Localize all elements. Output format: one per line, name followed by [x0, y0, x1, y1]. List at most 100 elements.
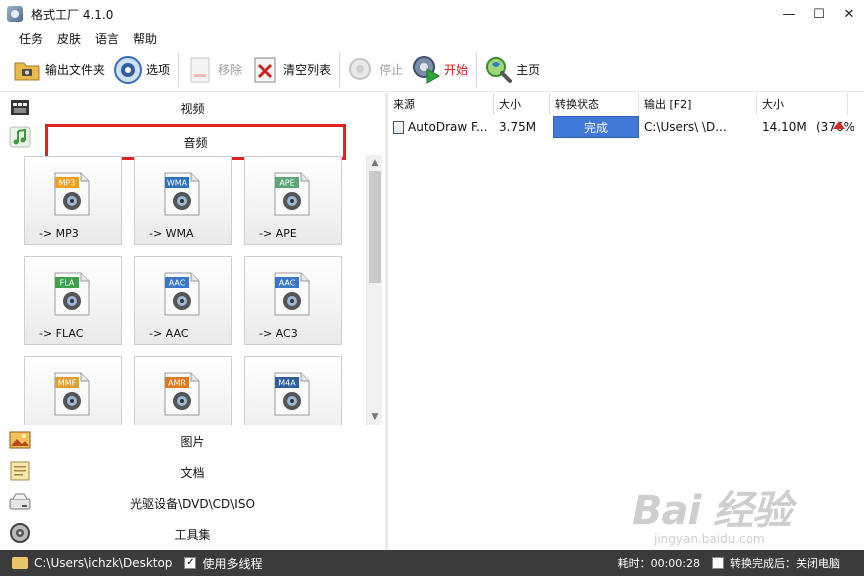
category-tools[interactable]: 工具集	[0, 519, 385, 549]
menu-help[interactable]: 帮助	[126, 30, 164, 47]
column-header[interactable]: 大小	[757, 93, 848, 115]
format-card[interactable]: FLA -> FLAC	[24, 256, 122, 345]
film-icon	[9, 96, 31, 118]
audio-file-icon: WMA	[164, 172, 200, 216]
format-scrollbar[interactable]: ▲ ▼	[366, 155, 382, 425]
category-disc-label: 光驱设备\DVD\CD\ISO	[130, 496, 255, 511]
format-card[interactable]: MP3 -> MP3	[24, 156, 122, 245]
toolbar-separator	[339, 52, 341, 87]
folder-icon	[12, 55, 42, 85]
audio-file-icon: MMF	[54, 372, 90, 416]
folder-icon[interactable]	[12, 557, 28, 569]
remove-button[interactable]: 移除	[185, 51, 242, 89]
column-header[interactable]: 大小	[494, 93, 550, 115]
format-label: -> APE	[259, 227, 297, 240]
music-note-icon	[9, 126, 31, 148]
format-tag: WMA	[167, 179, 188, 188]
menu-task[interactable]: 任务	[12, 30, 50, 47]
home-button[interactable]: 主页	[483, 51, 540, 89]
pointer-arrow-icon	[833, 121, 845, 129]
task-list: 来源 大小 转换状态 输出 [F2] 大小 AutoDraw F... 3.75…	[388, 93, 864, 550]
options-label: 选项	[146, 63, 171, 77]
audio-file-icon: AAC	[164, 272, 200, 316]
output-path[interactable]: C:\Users\ichzk\Desktop	[34, 556, 172, 570]
picture-icon	[9, 429, 31, 451]
stop-label: 停止	[379, 63, 404, 77]
output-folder-button[interactable]: 输出文件夹	[12, 51, 105, 89]
output-cell: C:\Users\ \D...	[644, 120, 727, 134]
category-video[interactable]: 视频	[0, 93, 385, 123]
document-icon	[9, 460, 31, 482]
menu-bar: 任务 皮肤 语言 帮助	[0, 28, 864, 48]
format-label: -> AAC	[149, 327, 189, 340]
scroll-down-icon[interactable]: ▼	[367, 409, 383, 425]
remove-doc-icon	[185, 55, 215, 85]
home-magnifier-icon	[483, 55, 513, 85]
format-tag: AAC	[279, 279, 296, 288]
scroll-up-icon[interactable]: ▲	[367, 155, 383, 171]
format-tag: M4A	[278, 379, 296, 388]
source-name: AutoDraw F...	[408, 120, 488, 134]
format-tag: APE	[279, 179, 294, 188]
format-card[interactable]: WMA -> WMA	[134, 156, 232, 245]
clear-list-icon	[250, 55, 280, 85]
clear-list-label: 清空列表	[283, 63, 332, 77]
format-card[interactable]: AMR	[134, 356, 232, 425]
menu-language[interactable]: 语言	[88, 30, 126, 47]
table-row[interactable]: AutoDraw F... 3.75M 完成 C:\Users\ \D... 1…	[388, 116, 854, 138]
clear-list-button[interactable]: 清空列表	[250, 51, 331, 89]
file-icon	[393, 120, 404, 134]
status-badge: 完成	[553, 116, 639, 138]
audio-file-icon: M4A	[274, 372, 310, 416]
column-header[interactable]: 来源	[388, 93, 494, 115]
column-header[interactable]: 输出 [F2]	[639, 93, 757, 115]
multithread-label: 使用多线程	[202, 556, 263, 571]
options-button[interactable]: 选项	[113, 51, 170, 89]
source-cell: AutoDraw F...	[388, 116, 494, 138]
audio-format-grid: MP3 -> MP3 WMA -> WMA APE -> APE FLA -> FLAC AAC…	[20, 155, 366, 425]
stop-button[interactable]: 停止	[346, 51, 403, 89]
maximize-button[interactable]: ☐	[804, 0, 834, 28]
scroll-thumb[interactable]	[369, 171, 381, 283]
column-header[interactable]: 转换状态	[550, 93, 639, 115]
category-document[interactable]: 文档	[0, 457, 385, 487]
minimize-button[interactable]: —	[774, 0, 804, 28]
home-label: 主页	[516, 63, 541, 77]
start-button[interactable]: 开始	[411, 51, 468, 89]
start-play-icon	[411, 55, 441, 85]
tools-gear-icon	[9, 522, 31, 544]
format-tag: FLA	[60, 279, 75, 288]
audio-file-icon: APE	[274, 172, 310, 216]
format-label: -> WMA	[149, 227, 194, 240]
format-tag: AAC	[169, 279, 186, 288]
audio-file-icon: AMR	[164, 372, 200, 416]
after-done-label: 转换完成后：关闭电脑	[730, 557, 840, 570]
category-document-label: 文档	[180, 465, 205, 480]
multithread-checkbox[interactable]: ✓	[184, 557, 197, 569]
close-button[interactable]: ✕	[834, 0, 864, 28]
format-card[interactable]: APE -> APE	[244, 156, 342, 245]
disc-drive-icon	[9, 491, 31, 513]
format-card[interactable]: MMF	[24, 356, 122, 425]
toolbar: 输出文件夹 选项 移除 清空列表 停止 开始 主页	[0, 48, 864, 92]
format-card[interactable]: AAC -> AAC	[134, 256, 232, 345]
category-video-label: 视频	[180, 101, 205, 116]
remove-label: 移除	[218, 63, 243, 77]
format-card[interactable]: M4A	[244, 356, 342, 425]
category-image[interactable]: 图片	[0, 426, 385, 456]
category-image-label: 图片	[180, 434, 205, 449]
menu-skin[interactable]: 皮肤	[50, 30, 88, 47]
category-disc[interactable]: 光驱设备\DVD\CD\ISO	[0, 488, 385, 518]
audio-file-icon: MP3	[54, 172, 90, 216]
format-card[interactable]: AAC -> AC3	[244, 256, 342, 345]
status-bar: C:\Users\ichzk\Desktop ✓ 使用多线程 耗时：00:00:…	[0, 550, 864, 576]
elapsed-time: 耗时：00:00:28	[617, 557, 700, 570]
audio-file-icon: FLA	[54, 272, 90, 316]
toolbar-separator	[476, 52, 478, 87]
table-header: 来源 大小 转换状态 输出 [F2] 大小	[388, 93, 848, 115]
format-label: -> MP3	[39, 227, 79, 240]
title-bar: 格式工厂 4.1.0 — ☐ ✕	[0, 0, 864, 28]
format-tag: AMR	[168, 379, 186, 388]
baidu-watermark: Bai 经验 jingyan.baidu.com	[632, 478, 792, 546]
shutdown-checkbox[interactable]	[712, 557, 724, 569]
